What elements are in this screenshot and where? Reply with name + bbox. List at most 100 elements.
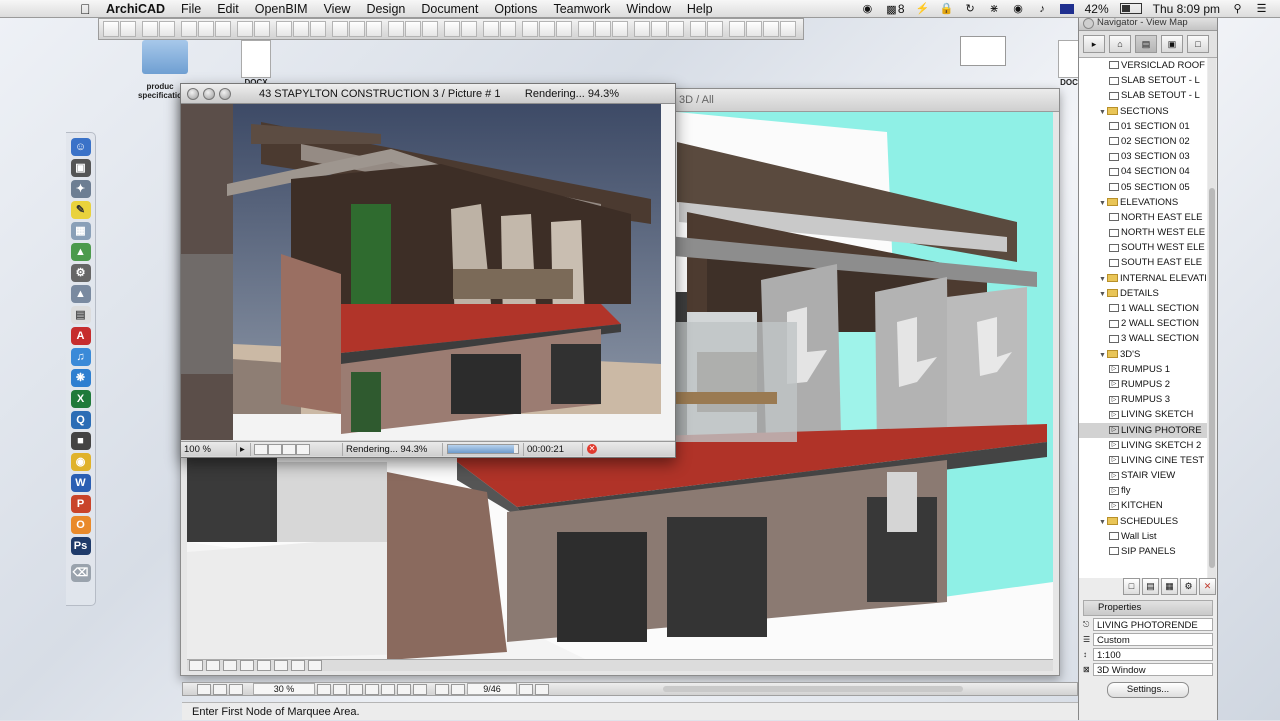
tree-item[interactable]: 04 SECTION 04 bbox=[1079, 164, 1207, 179]
pen-set-icon[interactable] bbox=[213, 683, 227, 695]
tree-item[interactable]: ▷ LIVING SKETCH 2 bbox=[1079, 438, 1207, 453]
rotate-icon[interactable] bbox=[522, 21, 538, 37]
input-source-flag-icon[interactable] bbox=[1059, 3, 1074, 14]
tree-item[interactable]: NORTH WEST ELE bbox=[1079, 225, 1207, 240]
elevate-icon[interactable] bbox=[578, 21, 594, 37]
pick-up-icon[interactable] bbox=[142, 21, 158, 37]
tree-item[interactable]: 02 SECTION 02 bbox=[1079, 134, 1207, 149]
display-order-icon[interactable] bbox=[634, 21, 650, 37]
orbit-icon[interactable] bbox=[257, 660, 271, 671]
tree-item[interactable]: SIP PANELS bbox=[1079, 544, 1207, 559]
ungroup-icon[interactable] bbox=[349, 21, 365, 37]
fit-window-icon[interactable] bbox=[223, 660, 237, 671]
send-backward-icon[interactable] bbox=[668, 21, 684, 37]
chrome-icon[interactable]: ◉ bbox=[70, 453, 91, 471]
desktop-file-image[interactable] bbox=[960, 36, 1006, 66]
tree-item[interactable]: ▷ LIVING CINE TEST bbox=[1079, 453, 1207, 468]
tree-item[interactable]: ▷ LIVING PHOTORE bbox=[1079, 422, 1207, 438]
delete-icon[interactable]: ✕ bbox=[1199, 578, 1216, 595]
safari-icon[interactable]: ❋ bbox=[70, 369, 91, 387]
zoom-in-icon[interactable] bbox=[254, 443, 268, 455]
zoom-button[interactable] bbox=[219, 88, 231, 100]
undo-icon[interactable] bbox=[237, 21, 253, 37]
render-icon[interactable] bbox=[483, 21, 499, 37]
tree-item[interactable]: ▷ fly bbox=[1079, 483, 1207, 498]
settings-icon[interactable]: ⚙ bbox=[1180, 578, 1197, 595]
outlook-icon[interactable]: O bbox=[70, 516, 91, 534]
tree-item[interactable]: VERSICLAD ROOF bbox=[1079, 58, 1207, 73]
previous-zoom-icon[interactable] bbox=[397, 683, 411, 695]
system-preferences-icon[interactable]: ⚙ bbox=[70, 264, 91, 282]
zoom-menu-icon[interactable] bbox=[317, 683, 331, 695]
apple-menu-icon[interactable]:  bbox=[80, 2, 94, 16]
show-3d-icon[interactable] bbox=[276, 21, 292, 37]
tree-item[interactable]: 01 SECTION 01 bbox=[1079, 119, 1207, 134]
time-machine-icon[interactable]: ↻ bbox=[964, 3, 977, 15]
next-page-icon[interactable] bbox=[519, 683, 533, 695]
properties-header[interactable]: Properties bbox=[1083, 600, 1213, 616]
navigator-scrollbar[interactable] bbox=[1208, 58, 1216, 578]
tree-folder[interactable]: ▼ INTERNAL ELEVATIO bbox=[1079, 271, 1207, 286]
navigator-header[interactable]: Navigator - View Map bbox=[1079, 16, 1217, 31]
menu-view[interactable]: View bbox=[324, 2, 351, 16]
trim-icon[interactable] bbox=[388, 21, 404, 37]
disclosure-triangle-icon[interactable]: ▼ bbox=[1099, 515, 1107, 530]
unlock-icon[interactable] bbox=[707, 21, 723, 37]
model-view-icon[interactable] bbox=[229, 683, 243, 695]
source-field[interactable]: 3D Window bbox=[1093, 663, 1213, 676]
volume-icon[interactable]: ♪ bbox=[1036, 3, 1049, 15]
elevation-icon[interactable] bbox=[310, 21, 326, 37]
stickies-icon[interactable]: ✎ bbox=[70, 201, 91, 219]
pen-icon[interactable] bbox=[461, 21, 477, 37]
teamwork-icon[interactable] bbox=[729, 21, 745, 37]
lock-element-icon[interactable] bbox=[690, 21, 706, 37]
menu-design[interactable]: Design bbox=[366, 2, 405, 16]
menu-file[interactable]: File bbox=[181, 2, 201, 16]
zoom-field[interactable]: 30 % bbox=[253, 683, 315, 695]
wifi-icon[interactable]: ◉ bbox=[1012, 3, 1025, 15]
tree-item[interactable]: 2 WALL SECTION bbox=[1079, 316, 1207, 331]
stop-render-button[interactable]: ✕ bbox=[587, 444, 597, 454]
explore-icon[interactable] bbox=[274, 660, 288, 671]
horizontal-scrollbar[interactable] bbox=[663, 686, 963, 692]
tree-item[interactable]: 03 SECTION 03 bbox=[1079, 149, 1207, 164]
zoom-field[interactable]: 100 % bbox=[181, 442, 237, 456]
calendar-icon[interactable]: ▤ bbox=[70, 306, 91, 324]
zoom-menu-arrow-icon[interactable]: ▸ bbox=[237, 442, 251, 456]
project-map-tab[interactable]: ⌂ bbox=[1109, 35, 1131, 53]
marquee-icon[interactable] bbox=[120, 21, 136, 37]
bluetooth-icon[interactable]: ⋇ bbox=[988, 3, 1001, 15]
zoom-out-icon[interactable] bbox=[349, 683, 363, 695]
split-icon[interactable] bbox=[405, 21, 421, 37]
group-icon[interactable] bbox=[332, 21, 348, 37]
navigator-options-icon[interactable]: ▸ bbox=[1083, 35, 1105, 53]
desktop-file-docx[interactable]: DOCX bbox=[238, 40, 274, 87]
menu-openbim[interactable]: OpenBIM bbox=[255, 2, 308, 16]
reserve-icon[interactable] bbox=[746, 21, 762, 37]
tree-item[interactable]: ▷ LIVING SKETCH bbox=[1079, 407, 1207, 422]
new-folder-icon[interactable]: □ bbox=[1123, 578, 1140, 595]
finder-icon[interactable]: ☺ bbox=[70, 138, 91, 156]
menu-options[interactable]: Options bbox=[494, 2, 537, 16]
tree-item[interactable]: SOUTH EAST ELE bbox=[1079, 255, 1207, 270]
resize-icon[interactable] bbox=[595, 21, 611, 37]
pan-icon[interactable] bbox=[365, 683, 379, 695]
photo-icon[interactable] bbox=[500, 21, 516, 37]
desktop-file-doc[interactable]: DOC bbox=[1058, 40, 1080, 87]
zoom-in-icon[interactable] bbox=[189, 660, 203, 671]
tree-folder[interactable]: ▼ 3D'S bbox=[1079, 347, 1207, 362]
tree-item[interactable]: ▷ RUMPUS 1 bbox=[1079, 362, 1207, 377]
word-icon[interactable]: W bbox=[70, 474, 91, 492]
fit-in-window-icon[interactable] bbox=[381, 683, 395, 695]
launchpad-icon[interactable]: ✦ bbox=[70, 180, 91, 198]
tree-item[interactable]: 05 SECTION 05 bbox=[1079, 180, 1207, 195]
tree-item[interactable]: NORTH EAST ELE bbox=[1079, 210, 1207, 225]
maps-icon[interactable]: ▲ bbox=[70, 243, 91, 261]
rendered-picture[interactable] bbox=[181, 104, 675, 440]
excel-icon[interactable]: X bbox=[70, 390, 91, 408]
clone-folder-icon[interactable]: ▦ bbox=[1161, 578, 1178, 595]
zoom-out-icon[interactable] bbox=[206, 660, 220, 671]
trash-icon[interactable]: ⌫ bbox=[70, 564, 91, 582]
offset-icon[interactable] bbox=[612, 21, 628, 37]
tree-folder[interactable]: ▼ SCHEDULES bbox=[1079, 514, 1207, 529]
